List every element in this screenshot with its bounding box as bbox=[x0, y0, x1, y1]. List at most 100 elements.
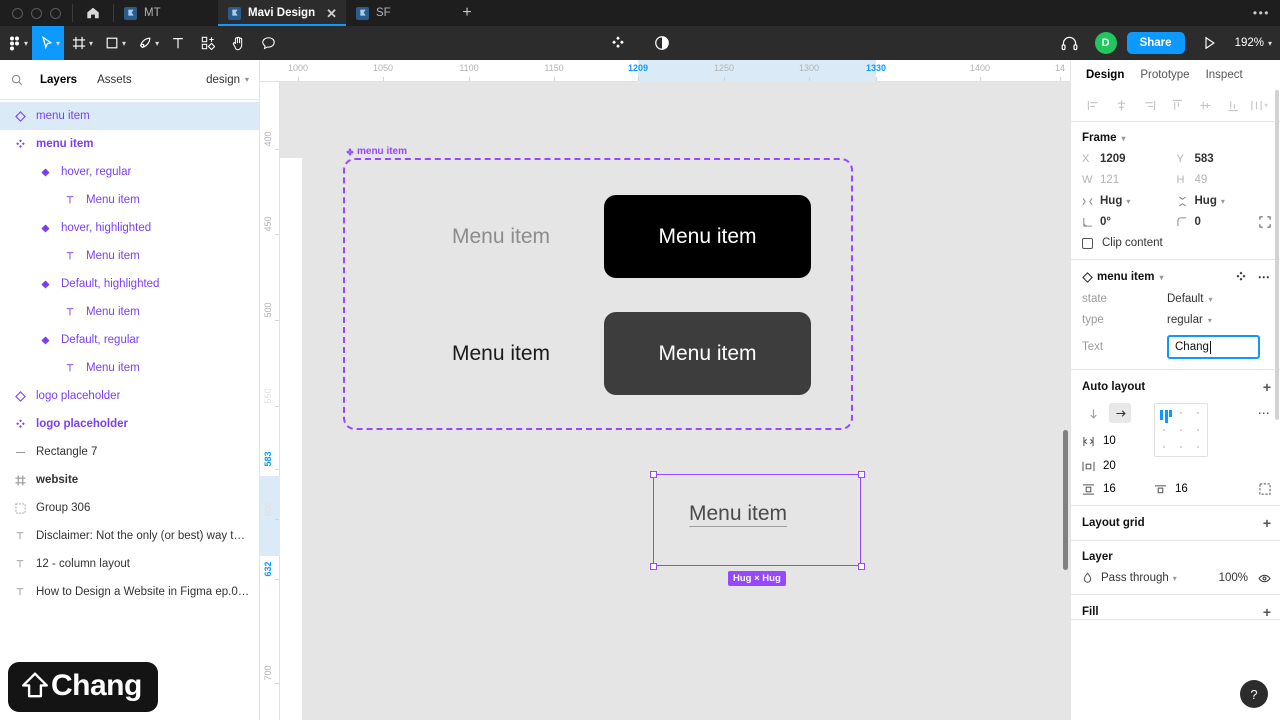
layer-row[interactable]: Disclaimer: Not the only (or best) way t… bbox=[0, 522, 259, 550]
layer-row[interactable]: hover, regular bbox=[0, 158, 259, 186]
close-icon[interactable]: ✕ bbox=[326, 7, 337, 20]
align-bottom-icon[interactable] bbox=[1219, 94, 1247, 118]
align-cell[interactable] bbox=[1172, 404, 1189, 421]
align-cell[interactable] bbox=[1190, 404, 1207, 421]
design-canvas[interactable]: 1000 1050 1100 1150 1209 1250 1300 1330 1400 14 4… bbox=[260, 60, 1070, 720]
layer-row[interactable]: website bbox=[0, 466, 259, 494]
variant-hover-highlighted[interactable]: Menu item bbox=[604, 195, 811, 278]
align-top-icon[interactable] bbox=[1164, 94, 1192, 118]
variant-hover-regular[interactable]: Menu item bbox=[411, 206, 591, 268]
item-spacing-value[interactable]: 16 bbox=[1175, 483, 1188, 495]
shape-tool-icon[interactable]: ▾ bbox=[97, 26, 130, 60]
corner-radius-field[interactable]: 0 bbox=[1176, 216, 1253, 228]
add-auto-layout-button[interactable]: + bbox=[1263, 380, 1271, 394]
opacity-value[interactable]: 100% bbox=[1219, 572, 1248, 584]
vertical-resizing-field[interactable]: Hug ▾ bbox=[1177, 195, 1272, 207]
move-tool-icon[interactable]: ▾ bbox=[32, 26, 65, 60]
resize-handle-tl[interactable] bbox=[650, 471, 657, 478]
tab-design[interactable]: Design bbox=[1078, 69, 1132, 81]
add-layout-grid-button[interactable]: + bbox=[1263, 516, 1271, 530]
pen-tool-icon[interactable]: ▾ bbox=[130, 26, 163, 60]
horizontal-padding-value[interactable]: 20 bbox=[1103, 460, 1116, 472]
horizontal-resizing-field[interactable]: Hug ▾ bbox=[1082, 195, 1177, 207]
tab-assets[interactable]: Assets bbox=[87, 74, 142, 86]
overflow-menu-icon[interactable]: ••• bbox=[1253, 6, 1270, 20]
vertical-padding-value[interactable]: 16 bbox=[1103, 483, 1116, 495]
layer-row[interactable]: Group 306 bbox=[0, 494, 259, 522]
component-options-icon[interactable]: ⋯ bbox=[1258, 270, 1271, 284]
comment-tool-icon[interactable] bbox=[253, 26, 283, 60]
layer-row[interactable]: logo placeholder bbox=[0, 382, 259, 410]
tab-layers[interactable]: Layers bbox=[30, 74, 87, 86]
align-horizontal-center-icon[interactable] bbox=[1108, 94, 1136, 118]
share-button[interactable]: Share bbox=[1126, 32, 1185, 54]
component-header[interactable]: menu item ▾ ⋯ bbox=[1082, 270, 1271, 284]
property-value-dropdown[interactable]: regular ▾ bbox=[1167, 314, 1212, 326]
add-fill-button[interactable]: + bbox=[1263, 605, 1271, 619]
variant-default-highlighted[interactable]: Menu item bbox=[411, 323, 591, 385]
resize-handle-tr[interactable] bbox=[858, 471, 865, 478]
layer-row[interactable]: 12 - column layout bbox=[0, 550, 259, 578]
direction-vertical-button[interactable] bbox=[1082, 403, 1104, 423]
help-button[interactable]: ? bbox=[1240, 680, 1268, 708]
play-icon[interactable] bbox=[1195, 26, 1225, 60]
maximize-window-button[interactable] bbox=[50, 7, 61, 19]
canvas-vertical-scrollbar[interactable] bbox=[1063, 430, 1068, 570]
text-tool-icon[interactable] bbox=[163, 26, 193, 60]
align-right-icon[interactable] bbox=[1136, 94, 1164, 118]
canvas-viewport[interactable]: menu item Menu item Menu item Menu item … bbox=[280, 82, 1070, 720]
headphones-icon[interactable] bbox=[1055, 26, 1085, 60]
zoom-level-control[interactable]: 192% ▾ bbox=[1235, 37, 1272, 49]
avatar[interactable]: D bbox=[1094, 32, 1117, 54]
layer-row[interactable]: menu item bbox=[0, 130, 259, 158]
figma-menu-icon[interactable]: ▾ bbox=[0, 26, 32, 60]
page-selector[interactable]: design ▾ bbox=[206, 74, 249, 86]
direction-horizontal-button[interactable] bbox=[1109, 403, 1131, 423]
align-cell[interactable] bbox=[1190, 421, 1207, 438]
vertical-resize-dropdown[interactable]: Hug ▾ bbox=[1195, 195, 1225, 207]
align-cell[interactable] bbox=[1155, 439, 1172, 456]
auto-layout-options-icon[interactable]: ⋯ bbox=[1258, 406, 1271, 420]
independent-corners-icon[interactable] bbox=[1259, 216, 1271, 228]
align-left-icon[interactable] bbox=[1080, 94, 1108, 118]
visibility-eye-icon[interactable] bbox=[1258, 573, 1271, 584]
layer-row[interactable]: Default, regular bbox=[0, 326, 259, 354]
layer-row[interactable]: Rectangle 7 bbox=[0, 438, 259, 466]
layer-row[interactable]: Default, highlighted bbox=[0, 270, 259, 298]
tab-prototype[interactable]: Prototype bbox=[1132, 69, 1197, 81]
layer-row[interactable]: Menu item bbox=[0, 242, 259, 270]
distribute-icon[interactable]: ▾ bbox=[1247, 94, 1271, 118]
layer-row[interactable]: logo placeholder bbox=[0, 410, 259, 438]
blend-mode-dropdown[interactable]: Pass through ▾ bbox=[1101, 572, 1177, 584]
file-tab-mt[interactable]: MT bbox=[114, 0, 218, 26]
align-cell[interactable] bbox=[1172, 421, 1189, 438]
y-field[interactable]: Y 583 bbox=[1177, 153, 1272, 165]
property-value-dropdown[interactable]: Default ▾ bbox=[1167, 293, 1212, 305]
appearance-contrast-icon[interactable] bbox=[647, 26, 677, 60]
resize-handle-br[interactable] bbox=[858, 563, 865, 570]
clip-content-checkbox[interactable] bbox=[1082, 237, 1093, 249]
width-field[interactable]: W 121 bbox=[1082, 174, 1177, 186]
variant-default-regular[interactable]: Menu item bbox=[604, 312, 811, 395]
frame-section-title[interactable]: Frame ▾ bbox=[1082, 132, 1271, 144]
layer-row[interactable]: How to Design a Website in Figma ep.01: … bbox=[0, 578, 259, 606]
search-icon[interactable] bbox=[11, 74, 23, 86]
layer-row[interactable]: hover, highlighted bbox=[0, 214, 259, 242]
resize-handle-bl[interactable] bbox=[650, 563, 657, 570]
file-tab-sf[interactable]: SF bbox=[346, 0, 450, 26]
layer-row[interactable]: menu item bbox=[0, 102, 259, 130]
x-field[interactable]: X 1209 bbox=[1082, 153, 1177, 165]
clip-content-row[interactable]: Clip content bbox=[1082, 237, 1271, 249]
auto-layout-alignment-picker[interactable] bbox=[1154, 403, 1208, 457]
layer-row[interactable]: Menu item bbox=[0, 298, 259, 326]
height-field[interactable]: H 49 bbox=[1177, 174, 1272, 186]
align-cell[interactable] bbox=[1190, 439, 1207, 456]
hand-tool-icon[interactable] bbox=[223, 26, 253, 60]
right-panel-scrollbar[interactable] bbox=[1275, 90, 1279, 420]
minimize-window-button[interactable] bbox=[31, 7, 42, 19]
horizontal-resize-dropdown[interactable]: Hug ▾ bbox=[1100, 195, 1130, 207]
rotation-field[interactable]: 0° bbox=[1082, 216, 1177, 228]
layer-row[interactable]: Menu item bbox=[0, 186, 259, 214]
home-button[interactable] bbox=[73, 0, 113, 26]
frame-tool-icon[interactable]: ▾ bbox=[64, 26, 97, 60]
